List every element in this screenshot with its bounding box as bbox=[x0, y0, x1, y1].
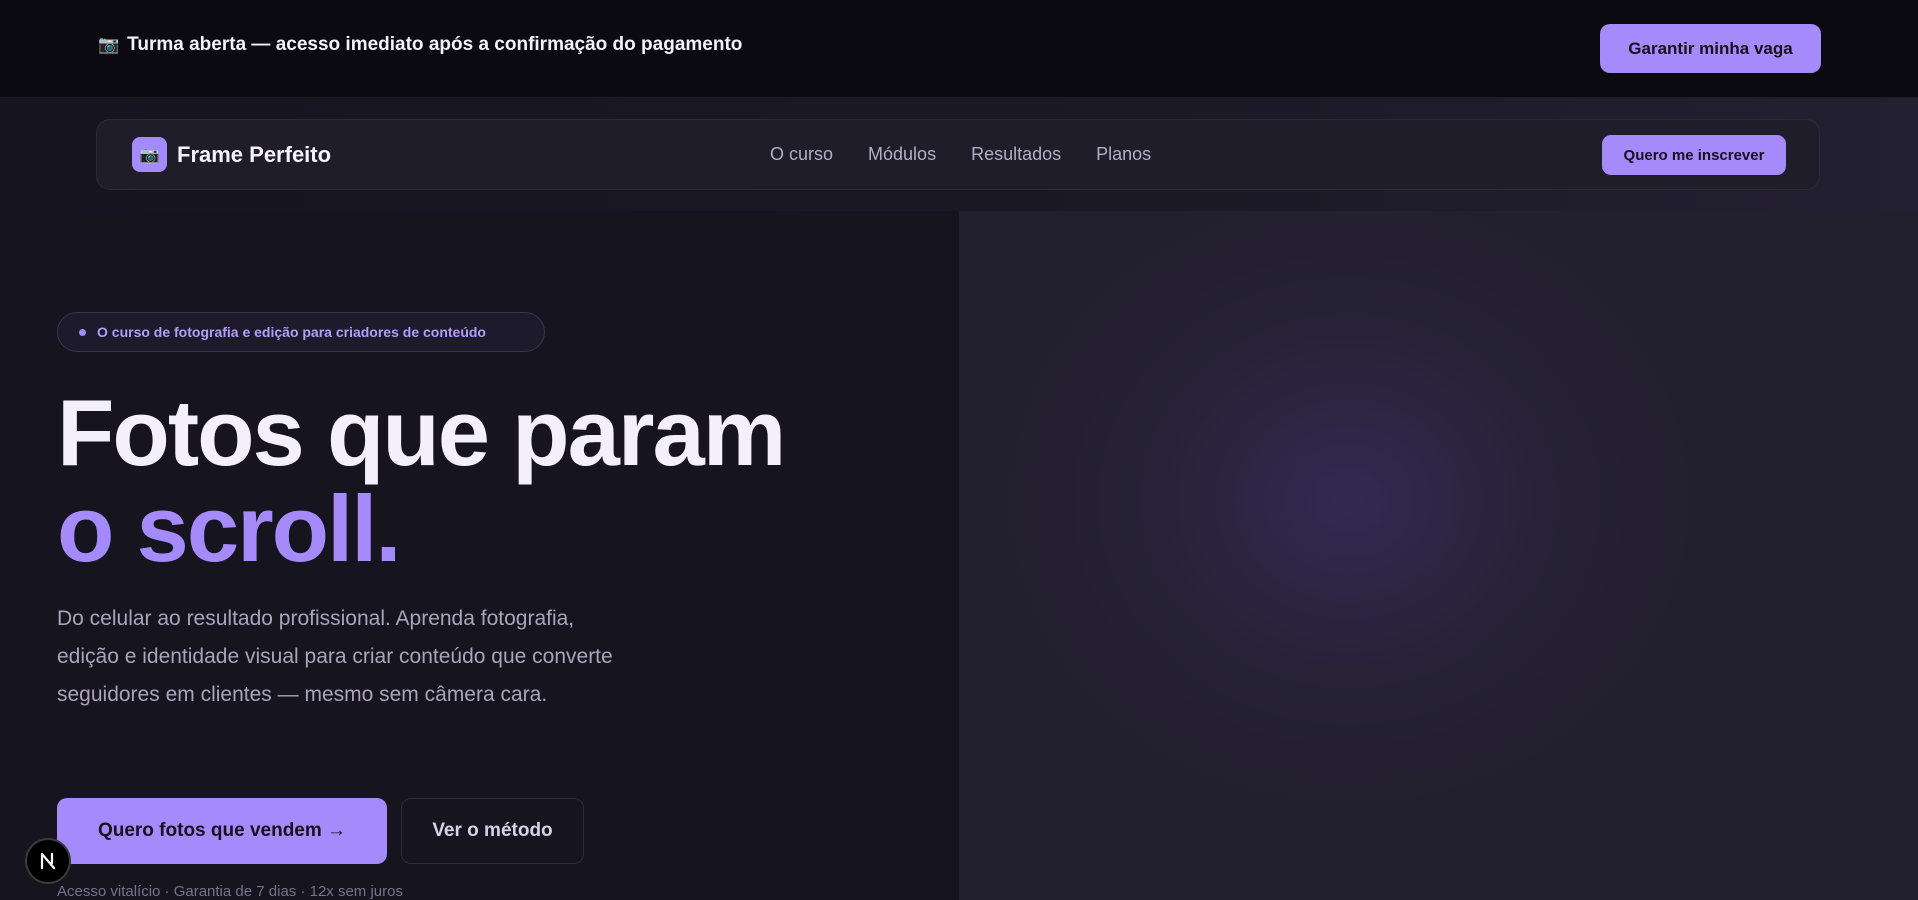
nextjs-logo-icon bbox=[40, 852, 56, 870]
camera-icon: 📷 bbox=[139, 146, 160, 164]
hero-visual-panel bbox=[959, 211, 1918, 900]
nav-link-resultados[interactable]: Resultados bbox=[971, 144, 1061, 165]
nav-link-modulos[interactable]: Módulos bbox=[868, 144, 936, 165]
nav-link-planos[interactable]: Planos bbox=[1096, 144, 1151, 165]
hero-headline: Fotos que param o scroll. bbox=[57, 380, 786, 581]
hero-subtext: Do celular ao resultado profissional. Ap… bbox=[57, 607, 613, 706]
primary-cta-button[interactable]: Quero fotos que vendem → bbox=[57, 798, 387, 864]
hero-tag-pill: O curso de fotografia e edição para cria… bbox=[57, 312, 545, 352]
brand-name[interactable]: Frame Perfeito bbox=[177, 142, 331, 168]
secure-spot-button[interactable]: Garantir minha vaga bbox=[1600, 24, 1821, 73]
logo[interactable]: 📷 bbox=[132, 137, 167, 172]
enroll-button[interactable]: Quero me inscrever bbox=[1602, 135, 1786, 175]
hero-tag-text: O curso de fotografia e edição para cria… bbox=[97, 324, 486, 340]
headline-line-1: Fotos que param bbox=[57, 380, 786, 485]
nav-links: O curso Módulos Resultados Planos bbox=[770, 144, 1151, 165]
nav-link-o-curso[interactable]: O curso bbox=[770, 144, 833, 165]
main-navbar: 📷 Frame Perfeito O curso Módulos Resulta… bbox=[96, 119, 1820, 190]
nextjs-dev-badge[interactable] bbox=[25, 838, 71, 884]
announcement-bar: 📷 Turma aberta — acesso imediato após a … bbox=[0, 0, 1918, 98]
camera-icon: 📷 bbox=[98, 35, 120, 54]
announcement-text: Turma aberta — acesso imediato após a co… bbox=[127, 34, 743, 55]
dot-icon bbox=[79, 328, 86, 336]
see-method-button[interactable]: Ver o método bbox=[401, 798, 584, 864]
headline-line-2: o scroll. bbox=[57, 476, 401, 581]
hero-footnote: Acesso vitalício · Garantia de 7 dias · … bbox=[57, 883, 403, 900]
announcement-text-wrap: 📷 Turma aberta — acesso imediato após a … bbox=[98, 34, 742, 56]
